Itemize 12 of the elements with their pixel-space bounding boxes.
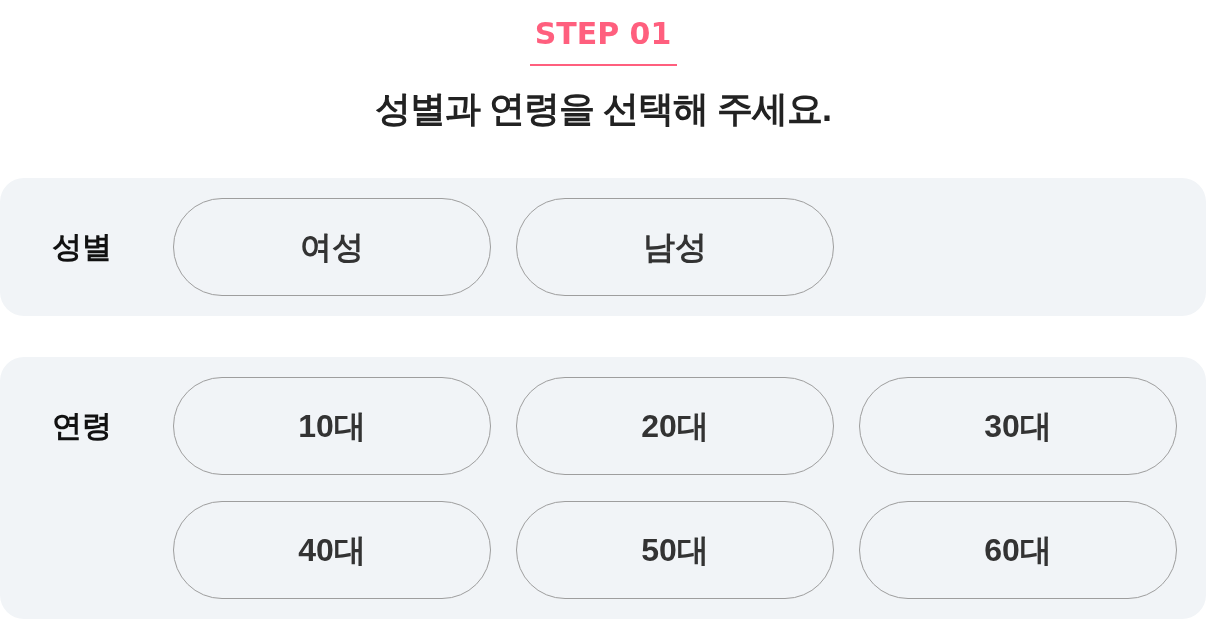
option-button[interactable]: 50대 <box>516 501 834 599</box>
option-button[interactable]: 60대 <box>859 501 1177 599</box>
option-button[interactable]: 30대 <box>859 377 1177 475</box>
option-button[interactable]: 40대 <box>173 501 491 599</box>
option-button[interactable]: 20대 <box>516 377 834 475</box>
page-heading: 성별과 연령을 선택해 주세요. <box>375 87 831 131</box>
option-button[interactable]: 10대 <box>173 377 491 475</box>
step-label: STEP 01 <box>534 15 672 53</box>
group-label: 성별 <box>52 229 112 265</box>
option-button[interactable]: 여성 <box>173 198 491 296</box>
group-label: 연령 <box>52 408 112 444</box>
option-button[interactable]: 남성 <box>516 198 834 296</box>
